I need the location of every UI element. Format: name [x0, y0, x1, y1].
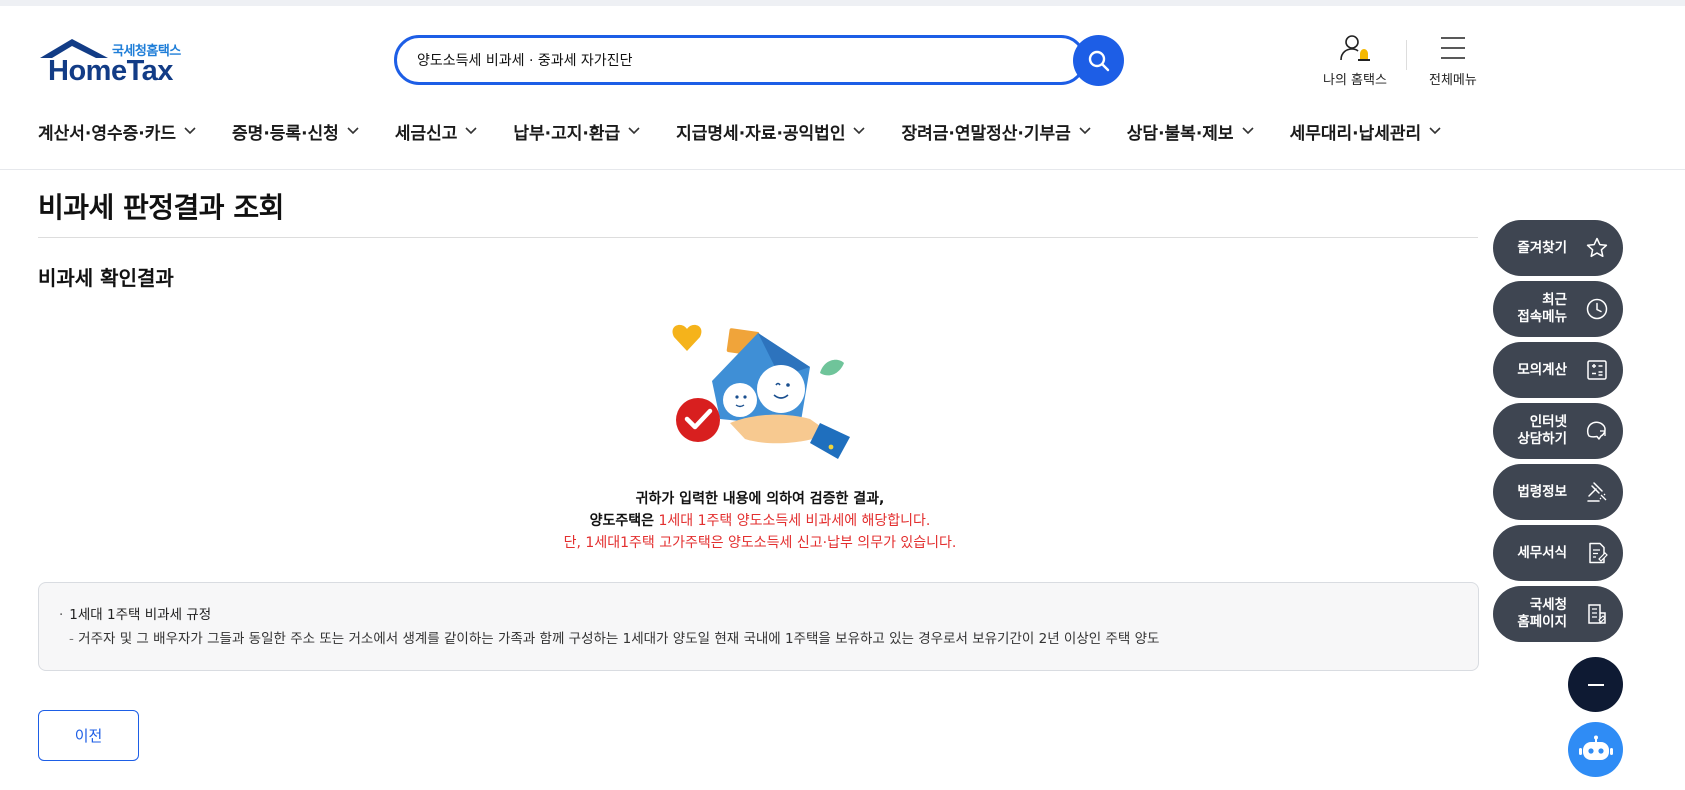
quick-nts-homepage-button[interactable]: 국세청 홈페이지	[1493, 586, 1623, 642]
search-box[interactable]	[394, 35, 1086, 85]
result-line-2: 양도주택은 1세대 1주택 양도소득세 비과세에 해당합니다.	[440, 510, 1080, 532]
quick-forms-button[interactable]: 세무서식	[1493, 525, 1623, 581]
nav-item-label: 세금신고	[394, 123, 458, 144]
rule-title: 1세대 1주택 비과세 규정	[59, 603, 211, 623]
chevron-down-icon	[1241, 127, 1254, 135]
nav-divider	[0, 169, 1685, 170]
chat-icon	[1586, 421, 1606, 440]
rule-description: 거주자 및 그 배우자가 그들과 동일한 주소 또는 거소에서 생계를 같이하는…	[69, 627, 1159, 647]
quick-label: 인터넷 상담하기	[1517, 414, 1567, 447]
quick-label: 모의계산	[1517, 361, 1567, 378]
document-icon	[1589, 542, 1608, 564]
result-line-1: 귀하가 입력한 내용에 의하여 검증한 결과,	[635, 491, 885, 507]
chevron-down-icon	[465, 127, 477, 135]
quick-label: 세무서식	[1517, 544, 1567, 561]
my-hometax-button[interactable]: 나의 홈택스	[1323, 33, 1387, 88]
quick-label: 즐겨찾기	[1517, 239, 1567, 256]
chevron-down-icon	[1429, 127, 1441, 135]
chevron-down-icon	[1079, 127, 1091, 135]
result-message: 귀하가 입력한 내용에 의하여 검증한 결과, 양도주택은 1세대 1주택 양도…	[440, 488, 1080, 554]
nav-item-agent[interactable]: 세무대리·납세관리	[1290, 116, 1442, 146]
nav-item-label: 상담·불복·제보	[1126, 123, 1234, 144]
util-divider	[1406, 40, 1407, 70]
nav-item-label: 계산서·영수증·카드	[38, 123, 177, 144]
calculator-icon	[1587, 360, 1607, 380]
hamburger-icon	[1440, 37, 1465, 59]
all-menu-label: 전체메뉴	[1429, 73, 1477, 88]
section-title: 비과세 확인결과	[38, 266, 174, 290]
nav-item-label: 세무대리·납세관리	[1289, 123, 1422, 144]
chatbot-button[interactable]	[1568, 722, 1623, 777]
quick-consult-button[interactable]: 인터넷 상담하기	[1493, 403, 1623, 459]
quick-label: 최근 접속메뉴	[1517, 292, 1567, 325]
clock-icon	[1586, 298, 1608, 320]
search-input[interactable]	[417, 38, 1037, 82]
nav-item-label: 납부·고지·환급	[513, 123, 621, 144]
main-nav: 계산서·영수증·카드 증명·등록·신청 세금신고 납부·고지·환급 지급명세·자…	[38, 116, 1441, 146]
chevron-down-icon	[347, 127, 359, 135]
chatbot-icon	[1578, 735, 1613, 760]
result-subject: 양도주택은	[589, 513, 655, 529]
top-strip	[0, 0, 1685, 6]
building-icon	[1588, 604, 1606, 624]
quick-recent-button[interactable]: 최근 접속메뉴	[1493, 281, 1623, 337]
my-hometax-label: 나의 홈택스	[1323, 73, 1387, 88]
nav-item-statement[interactable]: 지급명세·자료·공익법인	[676, 116, 866, 146]
gavel-icon	[1587, 482, 1607, 502]
nav-item-label: 지급명세·자료·공익법인	[676, 123, 846, 144]
nav-item-invoice[interactable]: 계산서·영수증·카드	[38, 116, 196, 146]
user-bell-icon	[1340, 35, 1370, 61]
rule-info-box: 1세대 1주택 비과세 규정 거주자 및 그 배우자가 그들과 동일한 주소 또…	[38, 582, 1479, 671]
nav-item-payment[interactable]: 납부·고지·환급	[513, 116, 640, 146]
prev-button[interactable]: 이전	[38, 710, 139, 761]
quick-law-button[interactable]: 법령정보	[1493, 464, 1623, 520]
nav-item-consult[interactable]: 상담·불복·제보	[1127, 116, 1254, 146]
all-menu-button[interactable]: 전체메뉴	[1429, 33, 1477, 88]
minus-icon	[1587, 683, 1604, 686]
page-title: 비과세 판정결과 조회	[38, 191, 284, 224]
search-icon	[1088, 50, 1109, 71]
hometax-logo[interactable]: 국세청홈택스 HomeTax	[38, 38, 198, 88]
search-button[interactable]	[1073, 35, 1124, 86]
nav-item-label: 장려금·연말정산·기부금	[901, 123, 1071, 144]
logo-wordmark: HomeTax	[48, 55, 173, 87]
chevron-down-icon	[853, 127, 866, 135]
nav-item-label: 증명·등록·신청	[232, 123, 339, 144]
house-hand-illustration	[672, 324, 850, 459]
quick-calculator-button[interactable]: 모의계산	[1493, 342, 1623, 398]
quick-favorites-button[interactable]: 즐겨찾기	[1493, 220, 1623, 276]
quick-label: 국세청 홈페이지	[1517, 597, 1567, 630]
nav-item-incentive[interactable]: 장려금·연말정산·기부금	[901, 116, 1091, 146]
quick-label: 법령정보	[1517, 483, 1567, 500]
chevron-down-icon	[184, 127, 196, 135]
result-line-3: 단, 1세대1주택 고가주택은 양도소득세 신고·납부 의무가 있습니다.	[563, 535, 957, 551]
title-divider	[38, 237, 1478, 238]
chevron-down-icon	[628, 127, 640, 135]
nav-item-tax-report[interactable]: 세금신고	[395, 116, 478, 146]
star-icon	[1586, 237, 1608, 258]
quick-menu-collapse-button[interactable]	[1568, 657, 1623, 712]
nav-item-certificate[interactable]: 증명·등록·신청	[232, 116, 359, 146]
result-verdict: 1세대 1주택 양도소득세 비과세에 해당합니다.	[658, 513, 931, 529]
